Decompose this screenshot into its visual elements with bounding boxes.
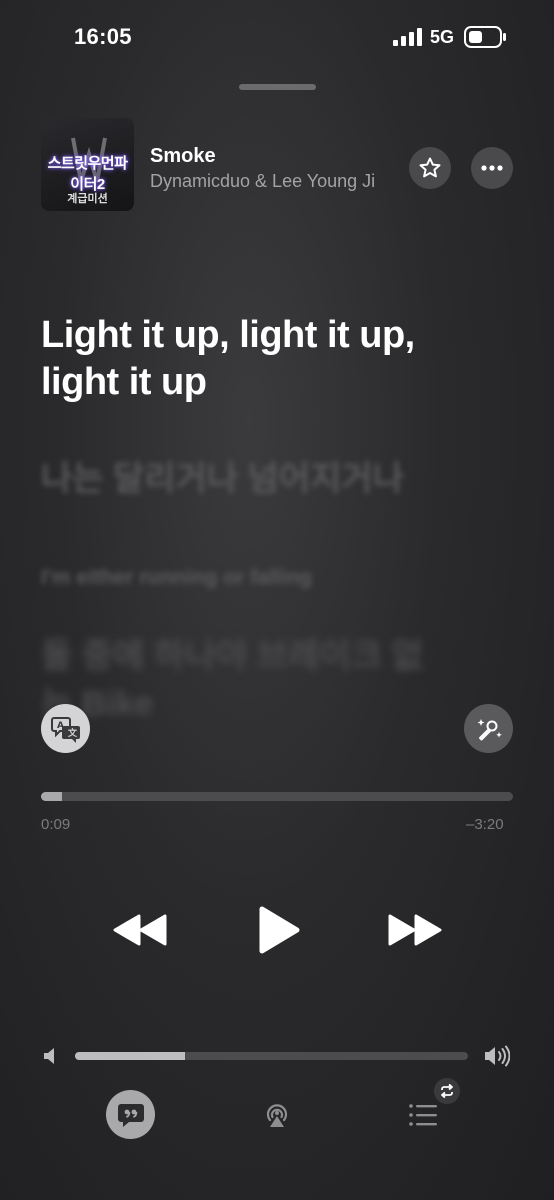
lyric-line-upcoming[interactable]: 둘 중에 하나야 브레이크 없는 Bike bbox=[41, 632, 441, 728]
star-icon bbox=[419, 157, 441, 178]
sheet-grabber[interactable] bbox=[239, 84, 316, 90]
battery-icon bbox=[464, 26, 506, 48]
song-artist[interactable]: Dynamicduo & Lee Young Ji bbox=[150, 171, 375, 192]
sing-button[interactable] bbox=[464, 704, 513, 753]
cellular-signal-icon bbox=[393, 28, 422, 46]
play-icon[interactable] bbox=[257, 905, 301, 955]
artwork-title: 스트릿우먼파이터2 bbox=[47, 155, 128, 193]
artwork-subtitle: 계급미션 bbox=[67, 193, 108, 205]
fast-forward-icon[interactable] bbox=[388, 912, 442, 948]
ellipsis-icon bbox=[481, 165, 503, 171]
playback-progress-fill bbox=[41, 792, 63, 801]
network-type: 5G bbox=[430, 27, 455, 47]
album-artwork[interactable]: 스트릿우먼파이터2 계급미션 bbox=[41, 118, 134, 211]
volume-slider[interactable] bbox=[75, 1052, 468, 1060]
translate-button[interactable]: A 文 bbox=[41, 704, 90, 753]
song-title: Smoke bbox=[150, 145, 216, 167]
status-time: 16:05 bbox=[74, 24, 132, 49]
quote-bubble-icon bbox=[117, 1103, 144, 1127]
favorite-button[interactable] bbox=[409, 147, 451, 189]
repeat-icon bbox=[441, 1083, 453, 1099]
rewind-icon[interactable] bbox=[113, 912, 167, 948]
translate-icon: A 文 bbox=[50, 716, 80, 743]
microphone-sparkle-icon bbox=[477, 718, 502, 740]
lyric-line-next[interactable]: 나는 달리거나 넘어지거나 bbox=[41, 455, 441, 503]
volume-fill bbox=[75, 1052, 186, 1060]
playback-scrubber[interactable] bbox=[41, 792, 513, 801]
elapsed-time: 0:09 bbox=[41, 816, 71, 833]
lyric-translation: I'm either running or falling bbox=[41, 566, 313, 589]
lyrics-button[interactable] bbox=[106, 1090, 155, 1139]
list-icon[interactable] bbox=[407, 1100, 439, 1130]
lyric-line-current[interactable]: Light it up, light it up, light it up bbox=[41, 312, 481, 406]
airplay-icon[interactable] bbox=[262, 1100, 292, 1130]
repeat-badge bbox=[434, 1078, 460, 1104]
remaining-time: –3:20 bbox=[466, 816, 504, 833]
volume-low-icon bbox=[44, 1048, 54, 1064]
svg-text:文: 文 bbox=[67, 727, 78, 739]
volume-high-icon bbox=[485, 1045, 510, 1067]
more-button[interactable] bbox=[471, 147, 513, 189]
